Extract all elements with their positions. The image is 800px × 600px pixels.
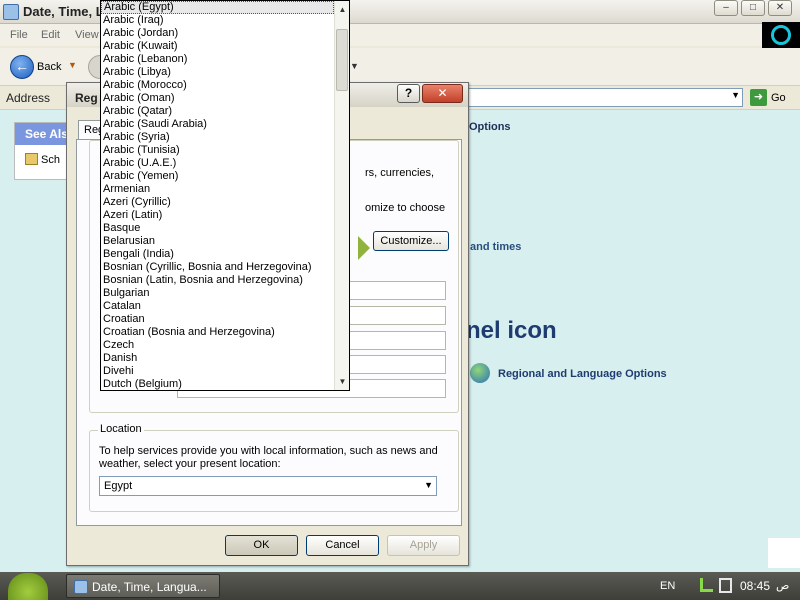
dialog-title: Reg (75, 91, 98, 105)
help-button[interactable]: ? (397, 84, 420, 103)
see-also-panel: See Als Sch (14, 122, 74, 180)
dropdown-option[interactable]: Arabic (Egypt) (101, 1, 334, 14)
control-panel-icon-heading: nel icon (466, 317, 557, 344)
close-dialog-button[interactable]: ✕ (422, 84, 463, 103)
go-button[interactable]: Go (771, 92, 786, 104)
views-dropdown-icon[interactable]: ▼ (350, 61, 359, 71)
regional-options-link[interactable]: Regional and Language Options (498, 368, 667, 380)
dropdown-option[interactable]: Armenian (101, 183, 334, 196)
cursor-arrow-icon (358, 236, 370, 260)
language-indicator[interactable]: EN (660, 580, 675, 592)
dropdown-option[interactable]: Croatian (101, 313, 334, 326)
address-input[interactable]: ▼ (468, 88, 743, 107)
location-select-value: Egypt (104, 480, 133, 492)
taskbar-item-date-time[interactable]: Date, Time, Langua... (66, 574, 220, 598)
scroll-down-icon[interactable]: ▼ (336, 375, 349, 388)
control-panel-icon (74, 580, 88, 594)
customize-button[interactable]: Customize... (373, 231, 449, 251)
blank-area (768, 538, 800, 568)
globe-icon[interactable] (470, 363, 490, 383)
dropdown-option[interactable]: Arabic (U.A.E.) (101, 157, 334, 170)
dropdown-option[interactable]: Dutch (Belgium) (101, 378, 334, 390)
dropdown-option[interactable]: Belarusian (101, 235, 334, 248)
see-also-heading[interactable]: See Als (15, 123, 73, 145)
dropdown-option[interactable]: Bulgarian (101, 287, 334, 300)
pick-category-heading: Options (469, 121, 511, 133)
dropdown-option[interactable]: Arabic (Libya) (101, 66, 334, 79)
dropdown-option[interactable]: Arabic (Morocco) (101, 79, 334, 92)
start-android-icon[interactable] (8, 573, 48, 600)
dropdown-option[interactable]: Croatian (Bosnia and Herzegovina) (101, 326, 334, 339)
dropdown-option[interactable]: Arabic (Tunisia) (101, 144, 334, 157)
scroll-up-icon[interactable]: ▲ (336, 3, 349, 16)
cancel-button[interactable]: Cancel (306, 535, 379, 556)
see-also-item-label: Sch (41, 154, 60, 166)
maximize-button[interactable]: □ (741, 0, 765, 16)
standards-description-line2: omize to choose (365, 202, 446, 214)
go-arrow-icon[interactable]: ➜ (750, 89, 767, 106)
tray-check-icon[interactable] (700, 578, 713, 592)
taskbar-item-label: Date, Time, Langua... (92, 580, 207, 594)
dropdown-options: Arabic (Egypt) Arabic (Iraq) Arabic (Jorda… (101, 1, 334, 390)
dropdown-option[interactable]: Arabic (Jordan) (101, 27, 334, 40)
dropdown-option[interactable]: Czech (101, 339, 334, 352)
close-window-button[interactable]: ✕ (768, 0, 792, 16)
dropdown-option[interactable]: Bosnian (Latin, Bosnia and Herzegovina) (101, 274, 334, 287)
logo-ring-icon (771, 25, 791, 45)
location-group: Location To help services provide you wi… (89, 423, 459, 512)
dropdown-option[interactable]: Arabic (Syria) (101, 131, 334, 144)
dropdown-option[interactable]: Arabic (Kuwait) (101, 40, 334, 53)
menu-view[interactable]: View (75, 29, 99, 41)
back-arrow-icon[interactable]: ← (10, 55, 34, 79)
standards-description-line1: rs, currencies, (365, 167, 435, 179)
menu-file[interactable]: File (10, 29, 28, 41)
dropdown-option[interactable]: Catalan (101, 300, 334, 313)
address-dropdown-icon[interactable]: ▼ (731, 90, 740, 100)
dropdown-option[interactable]: Divehi (101, 365, 334, 378)
dropdown-option[interactable]: Bosnian (Cyrillic, Bosnia and Herzegovin… (101, 261, 334, 274)
dropdown-option[interactable]: Azeri (Latin) (101, 209, 334, 222)
taskbar: Date, Time, Langua... EN 08:45 ص (0, 572, 800, 600)
location-legend: Location (98, 423, 144, 435)
apply-button[interactable]: Apply (387, 535, 460, 556)
dropdown-option[interactable]: Azeri (Cyrillic) (101, 196, 334, 209)
dropdown-option[interactable]: Arabic (Yemen) (101, 170, 334, 183)
chevron-down-icon[interactable]: ▼ (424, 480, 433, 490)
location-description: To help services provide you with local … (99, 445, 438, 470)
back-button-label[interactable]: Back (37, 61, 61, 73)
dropdown-option[interactable]: Basque (101, 222, 334, 235)
dropdown-option[interactable]: Arabic (Oman) (101, 92, 334, 105)
scheduled-tasks-icon (25, 153, 38, 165)
location-select[interactable]: Egypt ▼ (99, 476, 437, 496)
minimize-button[interactable]: – (714, 0, 738, 16)
see-also-item[interactable]: Sch (15, 145, 73, 166)
scroll-thumb[interactable] (336, 29, 348, 91)
windows-logo (762, 22, 800, 48)
back-dropdown-icon[interactable]: ▼ (68, 60, 77, 70)
date-time-category-link[interactable]: and times (470, 241, 521, 253)
control-panel-icon (3, 4, 19, 20)
dropdown-option[interactable]: Arabic (Lebanon) (101, 53, 334, 66)
dropdown-option[interactable]: Bengali (India) (101, 248, 334, 261)
window-title: Date, Time, L (23, 4, 104, 19)
tray-window-icon[interactable] (719, 578, 732, 593)
ok-button[interactable]: OK (225, 535, 298, 556)
dropdown-option[interactable]: Danish (101, 352, 334, 365)
clock-ampm: ص (776, 580, 790, 592)
menu-edit[interactable]: Edit (41, 29, 60, 41)
dropdown-option[interactable]: Arabic (Qatar) (101, 105, 334, 118)
dropdown-scrollbar[interactable]: ▲ ▼ (334, 1, 349, 390)
dropdown-option[interactable]: Arabic (Iraq) (101, 14, 334, 27)
format-dropdown-list[interactable]: Arabic (Egypt) Arabic (Iraq) Arabic (Jorda… (100, 0, 350, 391)
clock-time[interactable]: 08:45 (740, 579, 770, 593)
dropdown-option[interactable]: Arabic (Saudi Arabia) (101, 118, 334, 131)
address-label: Address (6, 91, 51, 105)
